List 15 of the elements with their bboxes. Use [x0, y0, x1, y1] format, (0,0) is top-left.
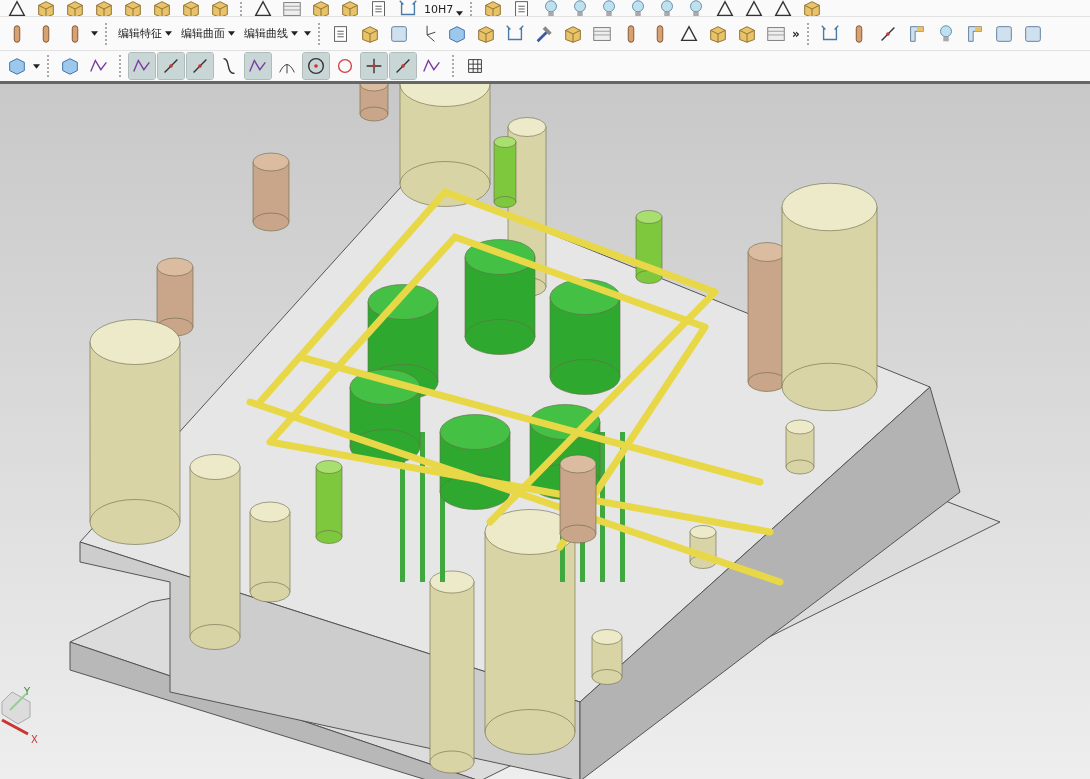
caret-icon[interactable] — [91, 31, 98, 36]
menu-button[interactable]: 编辑曲线 — [241, 26, 301, 41]
overflow-button[interactable]: » — [792, 26, 800, 41]
polyline-icon[interactable] — [245, 53, 271, 79]
caret-icon — [228, 31, 235, 36]
axis-label: Y — [24, 686, 31, 697]
menu-button[interactable]: 编辑特征 — [115, 26, 175, 41]
target-icon[interactable] — [303, 53, 329, 79]
polyline-icon[interactable] — [129, 53, 155, 79]
caret-icon[interactable] — [33, 63, 40, 69]
menu-button[interactable]: 编辑曲面 — [178, 26, 238, 41]
caret-icon — [165, 31, 172, 36]
crosshair-icon[interactable] — [361, 53, 387, 79]
tolerance-label: 10H7 — [424, 3, 454, 16]
axis-label: X — [31, 734, 38, 745]
